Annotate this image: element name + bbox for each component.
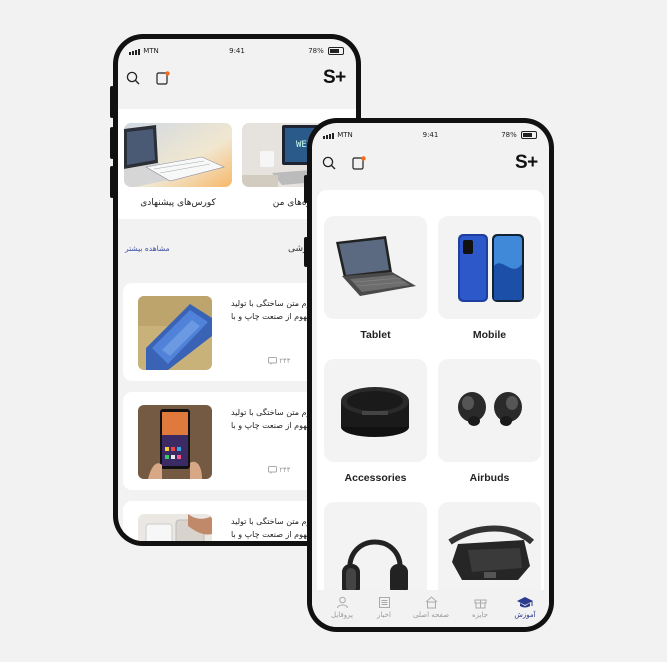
- user-icon: [320, 596, 364, 609]
- phone-screen: MTN 9:41 78% S+: [312, 123, 549, 627]
- wireless-charger-image: [324, 359, 427, 462]
- headphones-image: [324, 502, 427, 590]
- nav-label: جایزه: [472, 611, 488, 619]
- nav-education[interactable]: آموزش: [503, 596, 547, 619]
- category-grid: Tablet Mobile Accessories Airbuds: [317, 190, 544, 590]
- nav-profile[interactable]: پروفایل: [320, 596, 364, 619]
- app-logo: S+: [323, 67, 346, 88]
- course-title: کورس‌های پیشنهادی: [140, 198, 216, 208]
- search-icon[interactable]: [126, 71, 140, 85]
- category-label: Tablet: [360, 329, 391, 341]
- nav-news[interactable]: اخبار: [362, 596, 406, 619]
- nav-label: آموزش: [514, 611, 536, 619]
- category-label: Accessories: [344, 472, 407, 484]
- nav-label: اخبار: [377, 611, 391, 619]
- category-mobile[interactable]: Mobile: [438, 216, 541, 341]
- airbuds-image: [438, 359, 541, 462]
- category-accessories[interactable]: Accessories: [324, 359, 427, 484]
- notification-icon[interactable]: [352, 156, 366, 170]
- tablet-image: [324, 216, 427, 319]
- comment-count: ۲۴۴: [279, 466, 291, 474]
- news-thumb-phones: [138, 514, 212, 541]
- comment-icon: [268, 466, 279, 474]
- news-thumb-phone-in-hand: [138, 405, 212, 479]
- category-headphones[interactable]: [324, 502, 427, 590]
- notification-icon[interactable]: [156, 71, 170, 85]
- course-image-laptop-notebook: [124, 123, 232, 187]
- category-vr[interactable]: [438, 502, 541, 590]
- battery-percent: 78%: [308, 47, 324, 55]
- status-bar: MTN 9:41 78%: [312, 123, 549, 143]
- category-label: Airbuds: [469, 472, 510, 484]
- news-thumb-phone-blue: [138, 296, 212, 370]
- battery-percent: 78%: [501, 131, 517, 139]
- battery-icon: [328, 47, 344, 55]
- gift-icon: [458, 596, 502, 609]
- nav-home[interactable]: صفحه اصلی: [409, 596, 453, 619]
- category-tablet[interactable]: Tablet: [324, 216, 427, 341]
- see-more-link[interactable]: مشاهده بیشتر: [125, 244, 170, 253]
- category-label: Mobile: [472, 329, 507, 341]
- vr-headset-image: [438, 502, 541, 590]
- battery-indicator: 78%: [308, 47, 344, 55]
- status-bar: MTN 9:41 78%: [118, 39, 356, 59]
- comment-count: ۲۴۴: [279, 357, 291, 365]
- app-header: S+: [118, 63, 356, 93]
- news-icon: [362, 596, 406, 609]
- battery-icon: [521, 131, 537, 139]
- home-icon: [409, 596, 453, 609]
- nav-label: صفحه اصلی: [412, 611, 450, 619]
- app-logo: S+: [515, 152, 538, 173]
- nav-rewards[interactable]: جایزه: [458, 596, 502, 619]
- graduation-cap-icon: [503, 596, 547, 609]
- bottom-navigation: آموزش جایزه صفحه اصلی اخبار پروفایل: [312, 590, 549, 627]
- nav-label: پروفایل: [331, 611, 353, 619]
- app-header: S+: [312, 147, 549, 177]
- mobile-image: [438, 216, 541, 319]
- search-icon[interactable]: [322, 156, 336, 170]
- category-airbuds[interactable]: Airbuds: [438, 359, 541, 484]
- course-card[interactable]: کورس‌های پیشنهادی: [124, 123, 232, 208]
- battery-indicator: 78%: [501, 131, 537, 139]
- comment-icon: [268, 357, 279, 365]
- phone-frame-shop: MTN 9:41 78% S+ Tablet Mobile Accessorie…: [307, 118, 554, 632]
